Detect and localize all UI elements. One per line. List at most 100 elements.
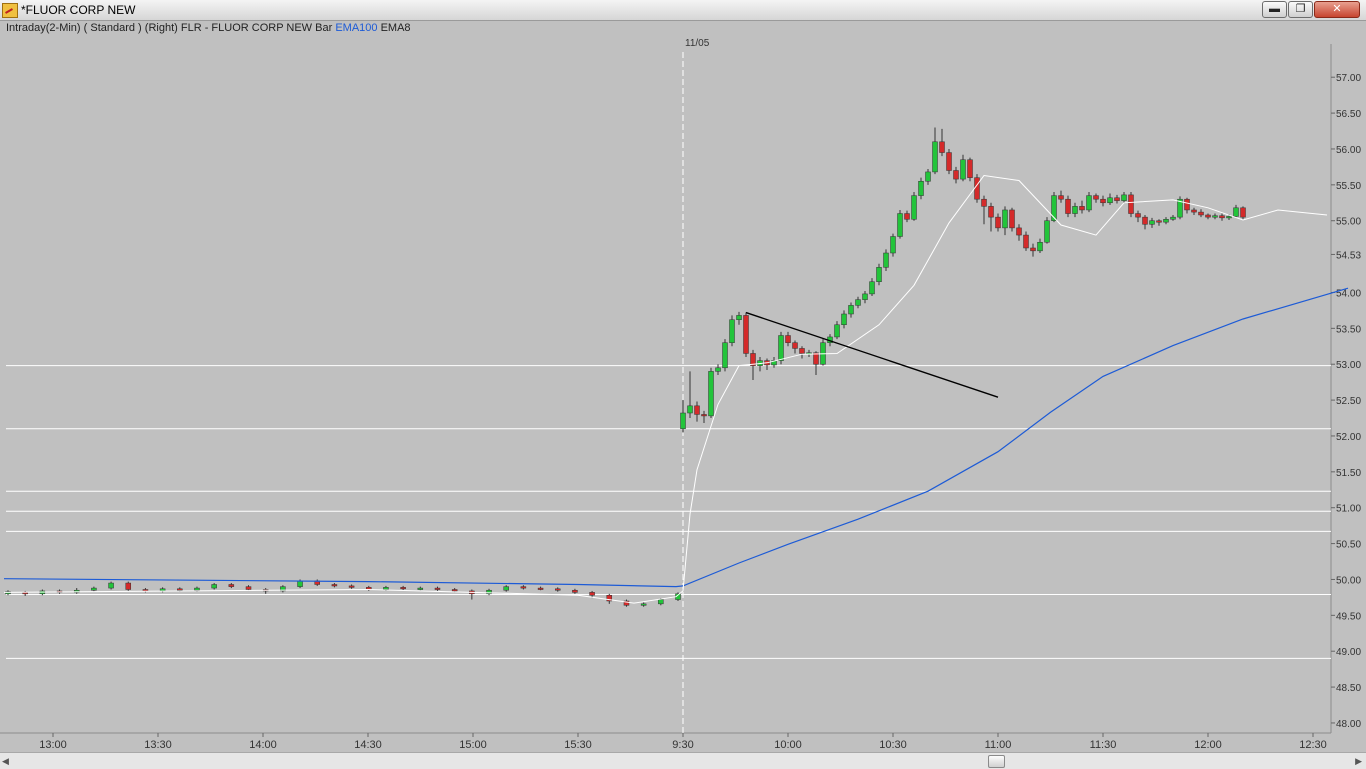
candle-body (792, 342, 798, 349)
candle-body (1093, 195, 1099, 200)
candle-body (974, 177, 980, 200)
candle-body (1107, 197, 1113, 204)
candle-body (862, 293, 868, 300)
candle-body (918, 181, 924, 196)
candle-body (91, 587, 97, 591)
candle-body (967, 159, 973, 178)
trendline (745, 311, 999, 398)
candle-body (1184, 198, 1190, 211)
candle-body (1037, 241, 1043, 252)
y-tick-label: 49.50 (1336, 611, 1361, 622)
minimize-button[interactable]: ▬ (1262, 1, 1287, 18)
candle-body (848, 305, 854, 315)
session-date-label: 11/05 (685, 38, 710, 49)
candle-body (722, 342, 728, 369)
x-tick-label: 11:30 (1090, 739, 1117, 751)
close-button[interactable]: ✕ (1314, 1, 1360, 18)
candle-body (883, 252, 889, 268)
y-tick-label: 53.50 (1336, 324, 1361, 335)
candle-body (1009, 209, 1015, 229)
y-tick-label: 50.50 (1336, 540, 1361, 551)
candle-body (228, 584, 235, 587)
arrow-right-icon[interactable]: ▶ (1355, 756, 1362, 767)
candle-body (1233, 207, 1239, 217)
candle-body (177, 588, 183, 591)
x-tick-label: 15:30 (564, 739, 592, 751)
candle-body (855, 299, 861, 306)
x-tick-label: 10:30 (879, 739, 907, 751)
candle-body (1142, 216, 1148, 225)
horizontal-scrollbar[interactable]: ◀ ▶ (0, 752, 1366, 769)
candle-body (1086, 195, 1092, 211)
candle-body (988, 206, 994, 218)
window-title: *FLUOR CORP NEW (21, 3, 136, 17)
candle-body (708, 371, 714, 417)
candle-body (925, 171, 931, 182)
candle-body (434, 587, 441, 590)
candle-body (640, 603, 647, 606)
candle-body (1016, 227, 1022, 236)
y-tick-label: 55.00 (1336, 217, 1361, 228)
candle-body (1198, 211, 1204, 216)
candle-body (890, 236, 896, 254)
candle-body (841, 313, 847, 326)
price-chart[interactable]: 11/0557.0056.5056.0055.5055.0054.5354.00… (0, 20, 1366, 752)
candle-body (904, 213, 910, 220)
x-tick-label: 14:00 (249, 739, 277, 751)
candle-body (658, 599, 664, 605)
candle-body (572, 589, 578, 593)
candle-body (981, 198, 987, 207)
candle-body (799, 348, 805, 354)
x-tick-label: 11:00 (985, 739, 1012, 751)
candle-body (1079, 206, 1085, 211)
candle-body (813, 352, 819, 365)
scroll-thumb[interactable] (988, 755, 1005, 768)
candle-body (417, 587, 424, 590)
y-tick-label: 55.50 (1336, 181, 1361, 192)
candle-body (680, 412, 686, 430)
candle-body (1149, 220, 1155, 225)
candle-body (1163, 219, 1169, 223)
candle-body (1121, 194, 1127, 201)
candle-body (451, 589, 458, 592)
x-tick-label: 13:30 (144, 739, 172, 751)
candle-body (245, 586, 252, 590)
candle-body (383, 587, 389, 590)
arrow-left-icon[interactable]: ◀ (2, 756, 9, 767)
candle-body (108, 582, 114, 589)
y-tick-label: 52.00 (1336, 432, 1361, 443)
maximize-button[interactable]: ❐ (1288, 1, 1313, 18)
candle-body (1219, 215, 1225, 219)
candle-body (834, 324, 840, 338)
candle-body (1226, 216, 1232, 219)
y-tick-label: 48.50 (1336, 683, 1361, 694)
candle-body (194, 587, 200, 591)
y-tick-label: 49.00 (1336, 647, 1361, 658)
candle-body (785, 335, 791, 343)
candle-body (1065, 198, 1071, 214)
candle-body (125, 582, 132, 590)
x-tick-label: 12:00 (1194, 739, 1222, 751)
candle-body (960, 159, 966, 180)
candle-body (1072, 206, 1078, 214)
y-tick-label: 51.00 (1336, 504, 1361, 515)
candle-body (1114, 197, 1120, 201)
candle-body (953, 170, 959, 180)
candle-body (297, 580, 303, 587)
candle-body (1100, 198, 1106, 204)
candle-body (869, 281, 875, 295)
y-tick-label: 56.50 (1336, 109, 1361, 120)
candle-body (946, 152, 952, 171)
x-tick-label: 15:00 (459, 739, 487, 751)
candle-body (589, 592, 595, 596)
candle-body (1030, 247, 1036, 252)
ema100-line (3, 287, 1349, 588)
candle-body (1058, 195, 1064, 200)
candle-body (211, 584, 217, 589)
candle-body (1205, 214, 1211, 218)
candle-body (897, 213, 903, 237)
y-tick-label: 56.00 (1336, 145, 1361, 156)
candle-body (1191, 209, 1197, 213)
candle-body (520, 586, 527, 589)
y-tick-label: 54.53 (1336, 250, 1361, 261)
